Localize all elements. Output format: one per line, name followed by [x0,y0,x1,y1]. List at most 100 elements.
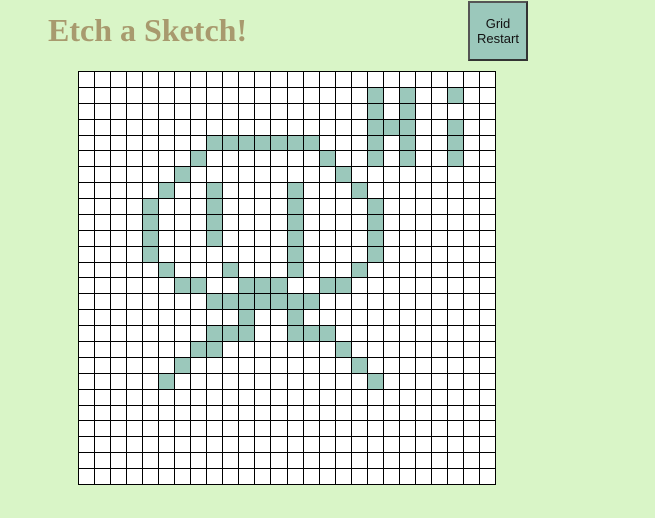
grid-cell[interactable] [127,278,143,294]
grid-cell[interactable] [79,199,95,214]
grid-cell[interactable] [95,294,111,310]
grid-cell[interactable] [127,151,143,167]
grid-cell[interactable] [95,151,111,167]
grid-cell[interactable] [191,87,207,103]
grid-cell[interactable] [191,183,207,199]
grid-cell[interactable] [95,310,111,326]
grid-cell[interactable] [335,453,351,469]
grid-cell-filled[interactable] [303,294,319,310]
grid-cell[interactable] [223,278,239,294]
grid-cell[interactable] [239,405,255,421]
grid-cell[interactable] [319,405,335,421]
grid-cell[interactable] [223,310,239,326]
grid-cell[interactable] [143,119,159,135]
grid-cell[interactable] [239,389,255,405]
grid-cell[interactable] [207,405,223,421]
grid-cell[interactable] [207,119,223,135]
grid-cell[interactable] [79,373,95,389]
grid-cell[interactable] [111,214,127,230]
grid-cell[interactable] [207,389,223,405]
grid-cell-filled[interactable] [143,230,159,246]
grid-cell[interactable] [95,214,111,230]
grid-cell-filled[interactable] [223,294,239,310]
grid-cell[interactable] [383,230,399,246]
grid-cell[interactable] [79,278,95,294]
grid-cell[interactable] [191,326,207,342]
grid-cell-filled[interactable] [207,214,223,230]
grid-cell[interactable] [383,183,399,199]
grid-cell[interactable] [95,405,111,421]
grid-cell-filled[interactable] [367,135,383,151]
grid-cell[interactable] [223,72,239,87]
grid-cell[interactable] [95,262,111,278]
grid-cell[interactable] [111,262,127,278]
grid-cell[interactable] [463,119,479,135]
grid-cell[interactable] [159,278,175,294]
grid-cell[interactable] [287,342,303,357]
grid-cell[interactable] [463,135,479,151]
grid-cell[interactable] [159,72,175,87]
grid-cell[interactable] [159,405,175,421]
grid-cell[interactable] [335,199,351,214]
grid-cell[interactable] [111,199,127,214]
grid-cell[interactable] [415,342,431,357]
grid-cell[interactable] [463,342,479,357]
grid-cell[interactable] [191,167,207,183]
grid-cell[interactable] [175,119,191,135]
grid-cell[interactable] [255,183,271,199]
grid-cell-filled[interactable] [287,310,303,326]
grid-cell-filled[interactable] [447,151,463,167]
grid-cell-filled[interactable] [287,230,303,246]
grid-cell-filled[interactable] [287,199,303,214]
grid-cell[interactable] [111,151,127,167]
grid-cell[interactable] [79,167,95,183]
grid-cell[interactable] [367,421,383,437]
grid-cell-filled[interactable] [287,326,303,342]
grid-cell[interactable] [271,167,287,183]
grid-cell[interactable] [319,357,335,373]
grid-cell[interactable] [79,342,95,357]
grid-cell[interactable] [431,437,447,453]
grid-cell[interactable] [95,119,111,135]
grid-cell[interactable] [239,246,255,262]
grid-cell[interactable] [111,103,127,119]
grid-cell[interactable] [351,469,367,484]
grid-cell[interactable] [127,135,143,151]
grid-cell[interactable] [367,437,383,453]
grid-cell[interactable] [431,151,447,167]
grid-cell-filled[interactable] [175,278,191,294]
grid-cell[interactable] [79,437,95,453]
grid-cell[interactable] [287,469,303,484]
grid-cell[interactable] [79,469,95,484]
grid-cell[interactable] [207,246,223,262]
grid-cell-filled[interactable] [335,278,351,294]
grid-cell[interactable] [175,453,191,469]
grid-cell[interactable] [271,373,287,389]
grid-cell[interactable] [111,437,127,453]
grid-cell[interactable] [383,469,399,484]
grid-cell[interactable] [303,230,319,246]
grid-cell-filled[interactable] [191,342,207,357]
grid-cell[interactable] [431,469,447,484]
grid-cell[interactable] [319,199,335,214]
grid-cell[interactable] [111,342,127,357]
grid-cell[interactable] [335,389,351,405]
grid-cell[interactable] [143,421,159,437]
grid-cell[interactable] [383,151,399,167]
grid-cell[interactable] [207,357,223,373]
grid-cell[interactable] [431,405,447,421]
grid-cell[interactable] [271,310,287,326]
grid-cell[interactable] [383,326,399,342]
grid-cell[interactable] [383,278,399,294]
grid-cell[interactable] [79,326,95,342]
grid-cell[interactable] [415,437,431,453]
grid-cell[interactable] [479,135,495,151]
grid-cell[interactable] [271,230,287,246]
grid-cell[interactable] [191,405,207,421]
grid-cell[interactable] [399,437,415,453]
grid-cell[interactable] [431,103,447,119]
grid-cell[interactable] [95,389,111,405]
grid-cell[interactable] [79,72,95,87]
grid-cell[interactable] [191,230,207,246]
grid-cell[interactable] [223,151,239,167]
